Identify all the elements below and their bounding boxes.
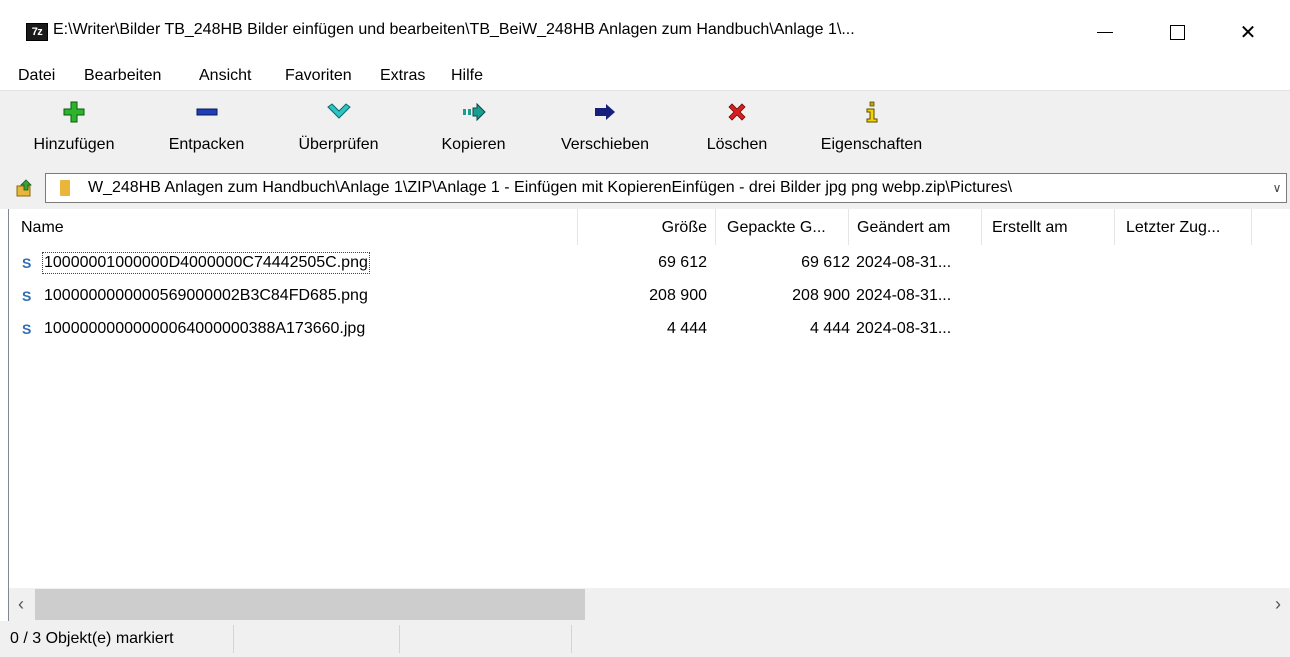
- maximize-icon: [1169, 24, 1185, 40]
- close-icon: ✕: [1239, 21, 1257, 44]
- delete-button[interactable]: Löschen: [692, 91, 782, 169]
- minimize-icon: [1097, 31, 1113, 33]
- title-bar: 7z E:\Writer\Bilder TB_248HB Bilder einf…: [0, 0, 1290, 62]
- file-icon: S: [22, 321, 32, 337]
- status-text: 0 / 3 Objekt(e) markiert: [10, 630, 174, 647]
- copy-arrow-icon: [462, 101, 486, 123]
- file-name: 10000000000000064000000388A173660.jpg: [44, 320, 366, 337]
- plus-icon: [62, 101, 86, 123]
- move-arrow-icon: [593, 101, 617, 123]
- delete-label: Löschen: [706, 136, 768, 153]
- file-modified: 2024-08-31...: [856, 287, 952, 304]
- table-row[interactable]: S 10000001000000D4000000C74442505C.png 6…: [9, 247, 1290, 280]
- test-button[interactable]: Überprüfen: [276, 91, 401, 169]
- close-button[interactable]: ✕: [1215, 14, 1281, 50]
- test-label: Überprüfen: [298, 136, 379, 153]
- column-created[interactable]: Erstellt am: [982, 209, 1115, 245]
- column-size[interactable]: Größe: [578, 209, 716, 245]
- toolbar: Hinzufügen Entpacken Überprüfen Kopieren…: [0, 90, 1290, 169]
- file-size: 69 612: [658, 254, 707, 271]
- file-size: 208 900: [649, 287, 707, 304]
- add-label: Hinzufügen: [33, 136, 115, 153]
- properties-button[interactable]: Eigenschaften: [800, 91, 943, 169]
- properties-label: Eigenschaften: [820, 136, 923, 153]
- menu-hilfe[interactable]: Hilfe: [451, 67, 483, 85]
- address-bar: W_248HB Anlagen zum Handbuch\Anlage 1\ZI…: [0, 168, 1290, 209]
- copy-label: Kopieren: [441, 136, 506, 153]
- app-icon[interactable]: 7z: [26, 23, 48, 41]
- file-packed-size: 69 612: [801, 254, 850, 271]
- scroll-right-icon[interactable]: ›: [1266, 588, 1290, 621]
- file-name: 10000001000000D4000000C74442505C.png: [42, 252, 370, 274]
- copy-button[interactable]: Kopieren: [420, 91, 527, 169]
- file-name: 1000000000000569000002B3C84FD685.png: [44, 287, 368, 304]
- folder-icon: [60, 180, 70, 196]
- status-pane: [400, 625, 572, 653]
- column-name[interactable]: Name: [9, 209, 578, 245]
- menu-ansicht[interactable]: Ansicht: [199, 67, 251, 85]
- folder-up-icon[interactable]: [14, 177, 36, 199]
- delete-x-icon: [725, 101, 749, 123]
- move-label: Verschieben: [560, 136, 650, 153]
- column-modified[interactable]: Geändert am: [849, 209, 982, 245]
- check-icon: [326, 101, 351, 123]
- status-pane: [234, 625, 400, 653]
- maximize-button[interactable]: [1144, 14, 1210, 50]
- scrollbar-thumb[interactable]: [35, 589, 585, 620]
- extract-button[interactable]: Entpacken: [150, 91, 263, 169]
- move-button[interactable]: Verschieben: [545, 91, 665, 169]
- file-icon: S: [22, 255, 32, 271]
- add-button[interactable]: Hinzufügen: [14, 91, 134, 169]
- menu-bearbeiten[interactable]: Bearbeiten: [84, 67, 161, 85]
- file-size: 4 444: [666, 320, 707, 337]
- info-icon: [860, 101, 884, 123]
- file-list[interactable]: Name Größe Gepackte G... Geändert am Ers…: [8, 209, 1290, 621]
- file-icon: S: [22, 288, 32, 304]
- path-input[interactable]: W_248HB Anlagen zum Handbuch\Anlage 1\ZI…: [45, 173, 1287, 203]
- minimize-button[interactable]: [1072, 14, 1138, 50]
- column-accessed[interactable]: Letzter Zug...: [1115, 209, 1252, 245]
- file-modified: 2024-08-31...: [856, 254, 952, 271]
- file-modified: 2024-08-31...: [856, 320, 952, 337]
- extract-label: Entpacken: [168, 136, 245, 153]
- column-header: Name Größe Gepackte G... Geändert am Ers…: [9, 209, 1290, 245]
- menu-extras[interactable]: Extras: [380, 67, 425, 85]
- menu-datei[interactable]: Datei: [18, 67, 55, 85]
- path-text: W_248HB Anlagen zum Handbuch\Anlage 1\ZI…: [88, 179, 1013, 196]
- table-row[interactable]: S 10000000000000064000000388A173660.jpg …: [9, 313, 1290, 346]
- menu-favoriten[interactable]: Favoriten: [285, 67, 352, 85]
- table-row[interactable]: S 1000000000000569000002B3C84FD685.png 2…: [9, 280, 1290, 313]
- file-packed-size: 4 444: [809, 320, 850, 337]
- file-packed-size: 208 900: [792, 287, 850, 304]
- column-packed-size[interactable]: Gepackte G...: [716, 209, 849, 245]
- status-bar: 0 / 3 Objekt(e) markiert: [0, 621, 1290, 657]
- menu-bar: Datei Bearbeiten Ansicht Favoriten Extra…: [0, 62, 1290, 90]
- minus-icon: [195, 101, 219, 123]
- horizontal-scrollbar[interactable]: ‹ ›: [9, 588, 1290, 621]
- scroll-left-icon[interactable]: ‹: [9, 588, 33, 621]
- window-title: E:\Writer\Bilder TB_248HB Bilder einfüge…: [53, 21, 855, 38]
- chevron-down-icon[interactable]: ∨: [1269, 177, 1285, 199]
